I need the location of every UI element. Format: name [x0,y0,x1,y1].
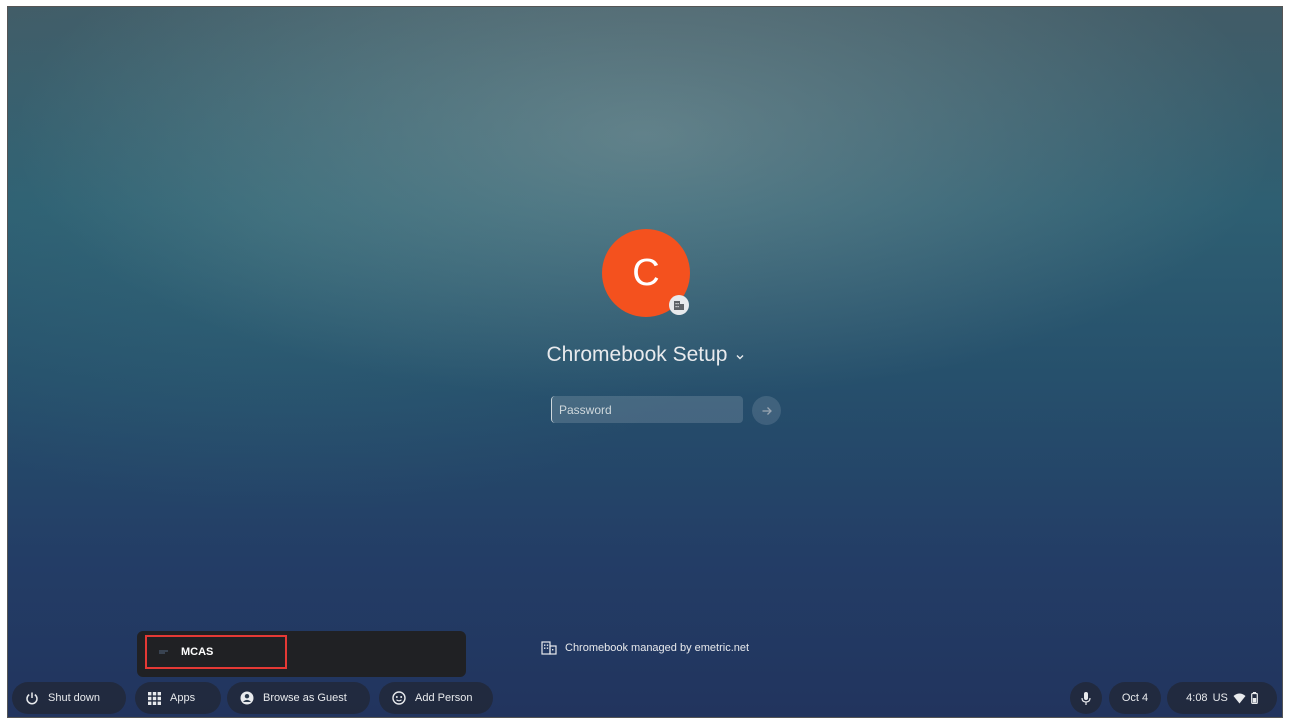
shutdown-label: Shut down [48,692,100,704]
shutdown-button[interactable]: Shut down [12,682,126,714]
login-screen: C Chromebook Setup Chromebook managed by… [7,6,1283,718]
app-item-label: MCAS [181,646,214,658]
guest-account-icon [240,691,254,705]
enterprise-badge-icon [669,295,689,315]
app-item-mcas[interactable]: MCAS [145,635,287,669]
time-text: 4:08 [1186,692,1208,704]
apps-popup-menu: MCAS [137,631,466,677]
wifi-icon [1233,693,1246,703]
microphone-icon [1081,691,1091,705]
avatar-letter: C [632,251,660,294]
managed-note-text: Chromebook managed by emetric.net [565,642,750,654]
arrow-right-icon [762,406,772,415]
browse-as-guest-button[interactable]: Browse as Guest [227,682,370,714]
managed-device-note: Chromebook managed by emetric.net [541,641,749,655]
add-person-button[interactable]: Add Person [379,682,493,714]
locale-text: US [1212,692,1228,704]
building-icon [541,641,557,655]
chevron-down-icon [735,343,745,367]
add-person-label: Add Person [415,692,473,704]
guest-label: Browse as Guest [263,692,347,704]
apps-label: Apps [170,692,196,704]
apps-button[interactable]: Apps [135,682,221,714]
user-name: Chromebook Setup [546,343,728,366]
password-input[interactable] [551,396,743,423]
status-tray[interactable]: 4:08 US [1167,682,1277,714]
screenshot-frame: C Chromebook Setup Chromebook managed by… [0,0,1289,723]
add-person-icon [392,691,406,705]
power-icon [26,692,38,705]
date-text: Oct 4 [1121,692,1149,704]
date-tray-button[interactable]: Oct 4 [1109,682,1161,714]
user-name-dropdown[interactable]: Chromebook Setup [448,343,844,367]
microphone-button[interactable] [1070,682,1102,714]
app-icon [159,646,169,658]
apps-grid-icon [148,691,161,705]
battery-icon [1250,692,1258,704]
submit-arrow-button[interactable] [752,396,781,425]
